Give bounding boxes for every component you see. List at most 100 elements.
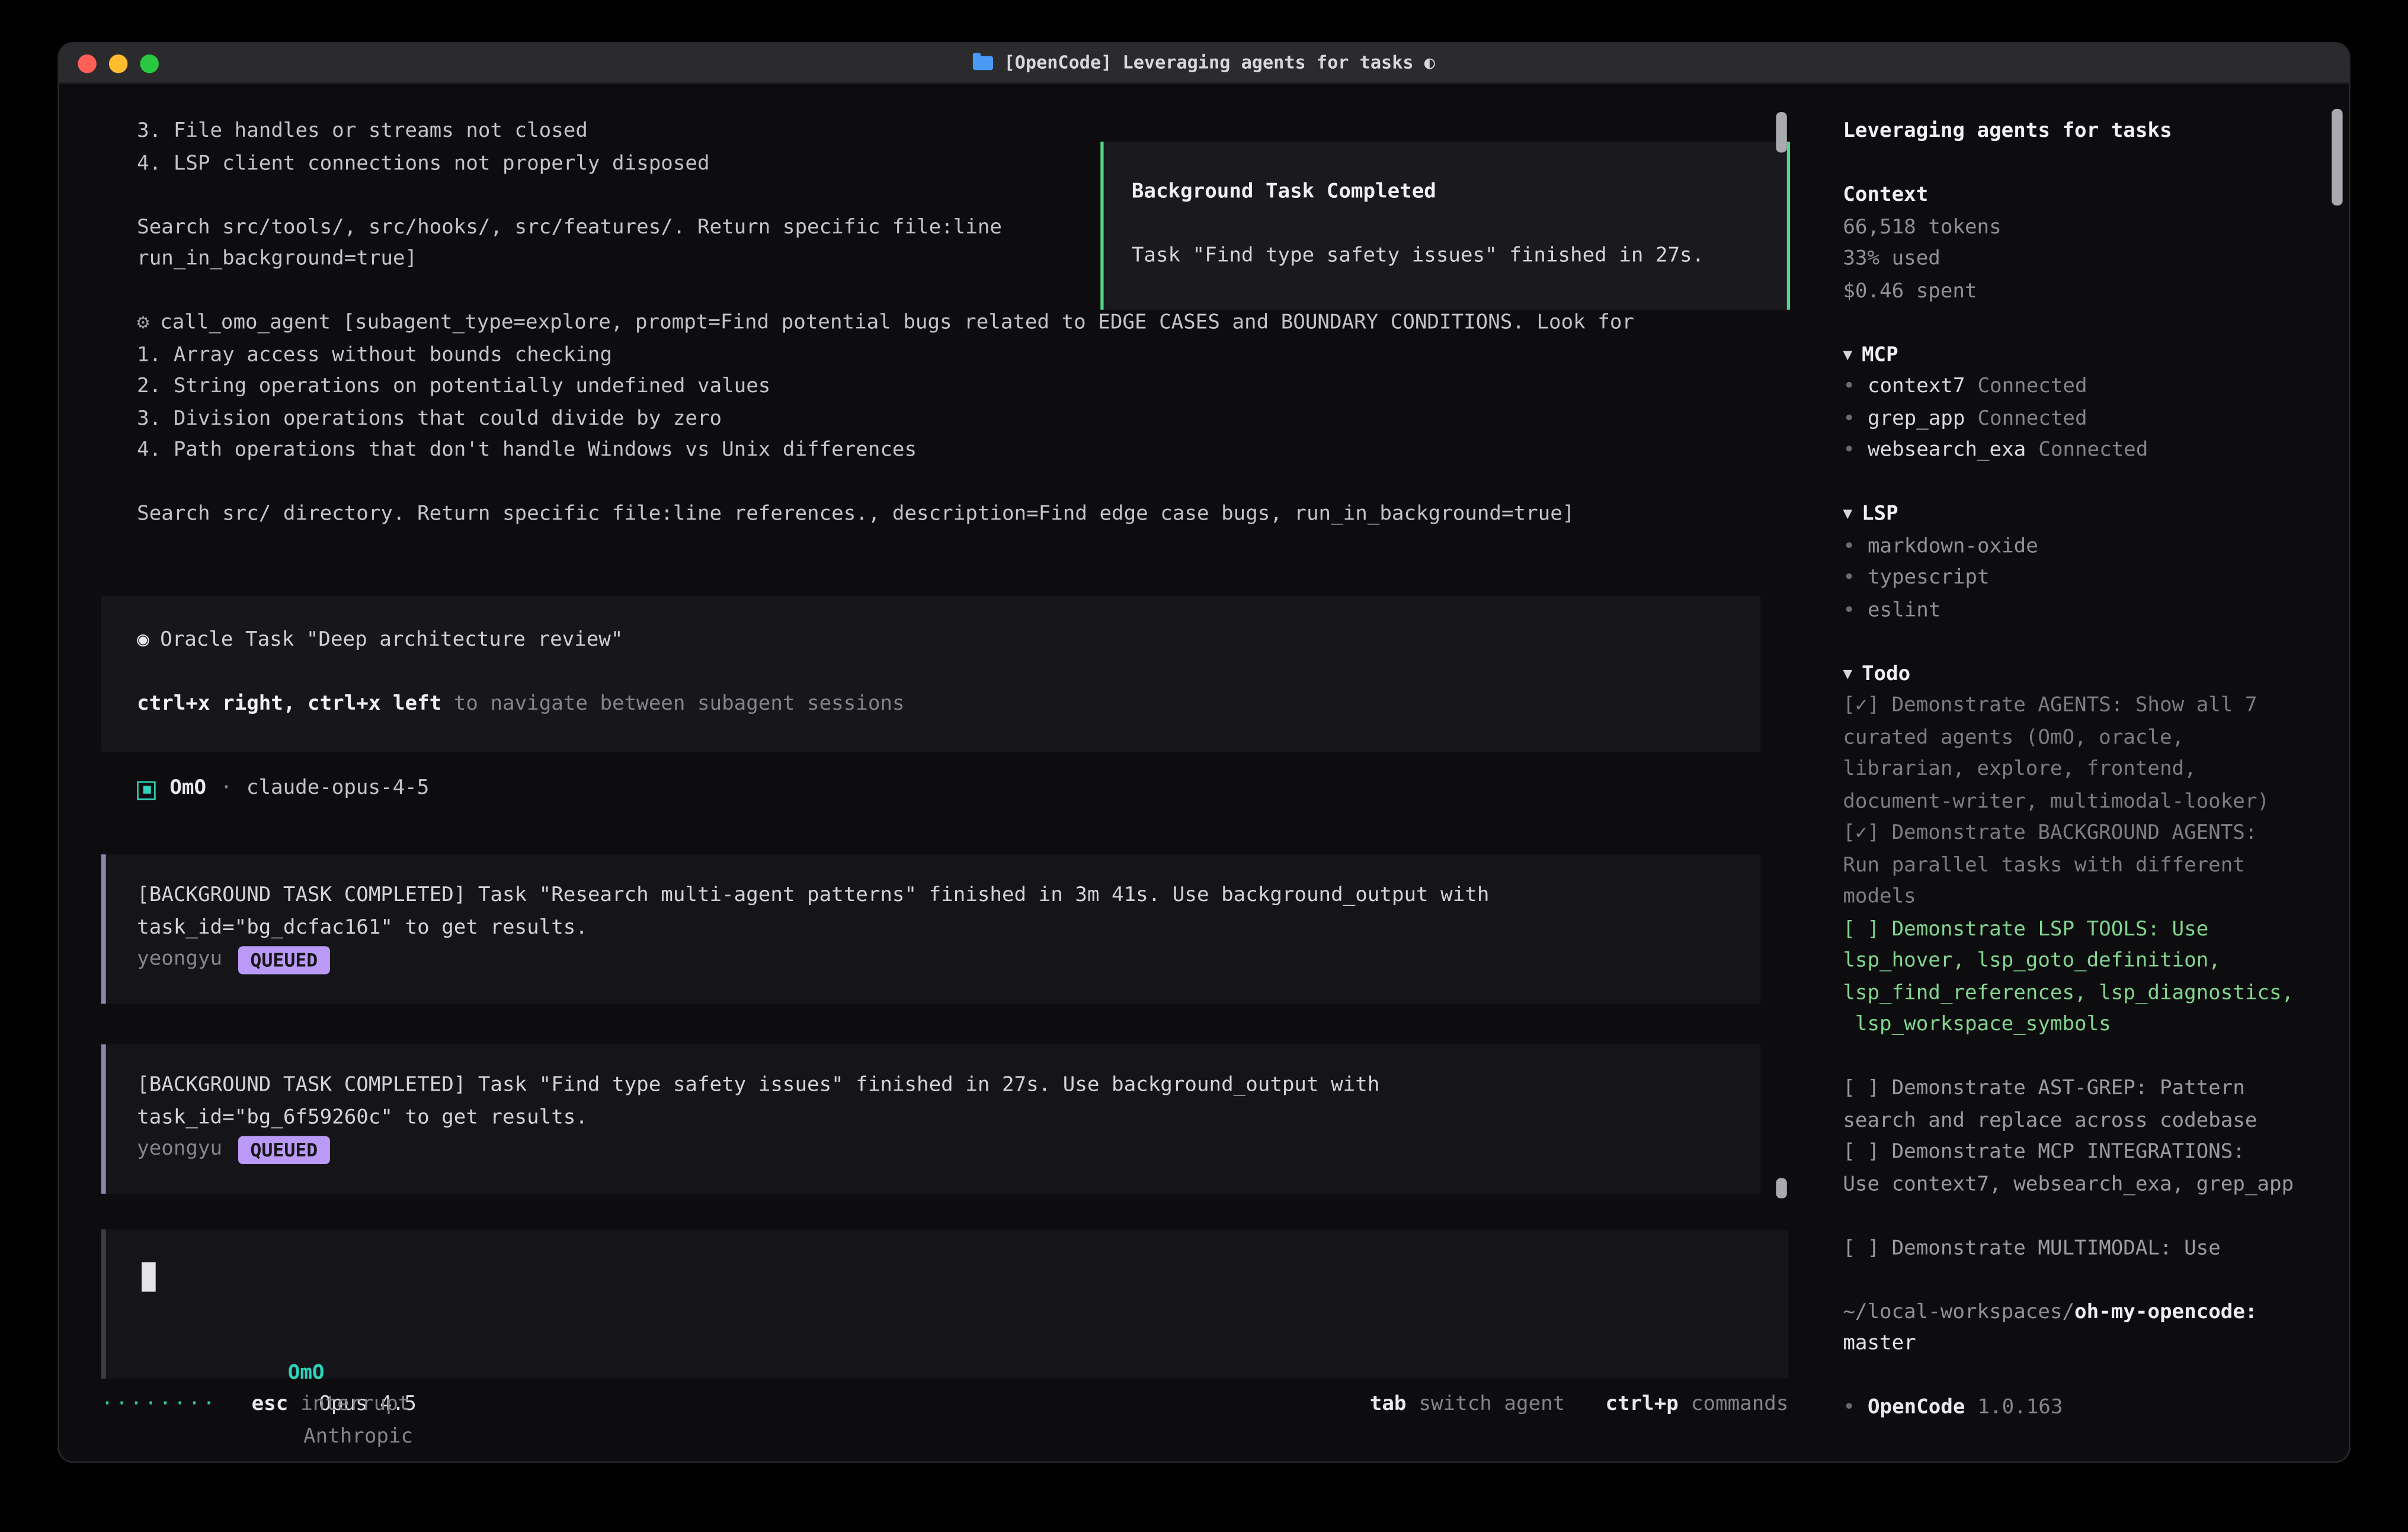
gear-icon: ⚙ <box>137 311 149 334</box>
prompt-input[interactable]: OmO Opus 4.5 Anthropic <box>101 1229 1789 1379</box>
toast-body: Task "Find type safety issues" finished … <box>1132 241 1759 273</box>
record-icon: ◉ <box>137 629 149 652</box>
oracle-hint-keys: ctrl+x right, ctrl+x left <box>137 693 441 716</box>
text-cursor <box>142 1262 156 1291</box>
window-title-text: [OpenCode] Leveraging agents for tasks ◐ <box>1004 47 1435 79</box>
agent-header: OmO · claude-opus-4-5 <box>137 774 429 806</box>
message-meta: yeongyu QUEUED <box>137 1134 1760 1166</box>
commands-label: commands <box>1691 1390 1789 1422</box>
screen: [OpenCode] Leveraging agents for tasks ◐… <box>0 0 2408 1531</box>
chat-pane: 3. File handles or streams not closed 4.… <box>59 85 1812 1461</box>
oracle-task-panel: ◉Oracle Task "Deep architecture review" … <box>101 596 1760 752</box>
queued-badge: QUEUED <box>238 947 330 975</box>
oracle-task-title: ◉ Oracle Task "Deep architecture review" <box>137 626 1760 658</box>
app-version-number: 1.0.163 <box>1977 1396 2063 1419</box>
message-meta: yeongyu QUEUED <box>137 945 1760 977</box>
mcp-name: websearch_exa <box>1868 439 2026 462</box>
todo-item: [✓] Demonstrate BACKGROUND AGENTS: Run p… <box>1843 819 2304 915</box>
status-bar: ········ esc interrupt tab switch agent … <box>101 1390 1789 1422</box>
esc-key-hint: esc <box>252 1390 289 1422</box>
mcp-heading[interactable]: ▼ MCP <box>1843 340 2304 372</box>
tool-call-block: ⚙ call_omo_agent [subagent_type=explore, … <box>137 308 1634 531</box>
workspace-path-bold: oh-my-opencode: <box>2074 1300 2257 1323</box>
mcp-status: Connected <box>2038 439 2148 462</box>
zoom-button[interactable] <box>140 55 159 73</box>
todo-heading[interactable]: ▼ Todo <box>1843 659 2304 691</box>
tool-call-header-text: call_omo_agent [subagent_type=explore, p… <box>160 311 1634 334</box>
context-heading: Context <box>1843 181 2304 213</box>
window-content: 3. File handles or streams not closed 4.… <box>59 85 2349 1461</box>
ctrlp-key-hint: ctrl+p <box>1606 1390 1679 1422</box>
interrupt-label: interrupt <box>300 1390 410 1422</box>
main-scrollbar-thumb-bottom[interactable] <box>1776 1178 1786 1198</box>
app-name: OpenCode <box>1868 1396 1965 1419</box>
agent-icon <box>137 780 156 799</box>
traffic-lights <box>78 55 159 73</box>
message-text: [BACKGROUND TASK COMPLETED] Task "Resear… <box>137 881 1760 945</box>
terminal-log-top: 3. File handles or streams not closed 4.… <box>137 117 1002 276</box>
mcp-heading-text: MCP <box>1862 343 1898 366</box>
message-block: [BACKGROUND TASK COMPLETED] Task "Find t… <box>101 1044 1760 1194</box>
lsp-name: markdown-oxide <box>1868 534 2038 557</box>
terminal-window: [OpenCode] Leveraging agents for tasks ◐… <box>57 42 2351 1463</box>
todo-item: [ ] Demonstrate MULTIMODAL: Use <box>1843 1233 2304 1265</box>
app-version: • OpenCode 1.0.163 <box>1843 1393 2304 1425</box>
author-label: yeongyu <box>137 1134 222 1166</box>
message-text: [BACKGROUND TASK COMPLETED] Task "Find t… <box>137 1071 1760 1134</box>
todo-item: [ ] Demonstrate MCP INTEGRATIONS: Use co… <box>1843 1137 2304 1201</box>
folder-icon <box>973 56 993 70</box>
bullet-icon: • <box>1843 534 1855 557</box>
oracle-task-title-text: Oracle Task "Deep architecture review" <box>160 629 623 652</box>
bullet-icon: • <box>1843 598 1855 621</box>
input-provider-label: Anthropic <box>303 1425 413 1448</box>
oracle-hint: ctrl+x right, ctrl+x left to navigate be… <box>137 690 1760 722</box>
lsp-item-markdown-oxide: • markdown-oxide <box>1843 531 2304 563</box>
chevron-down-icon: ▼ <box>1843 506 1852 523</box>
lsp-name: typescript <box>1868 566 1990 589</box>
bullet-icon: • <box>1843 375 1855 398</box>
queued-badge: QUEUED <box>238 1136 330 1164</box>
workspace-path: ~/local-workspaces/oh-my-opencode: <box>1843 1297 2304 1329</box>
main-scrollbar-thumb-top[interactable] <box>1776 112 1786 152</box>
context-spent: $0.46 spent <box>1843 276 2304 308</box>
todo-item: [ ] Demonstrate LSP TOOLS: Use lsp_hover… <box>1843 914 2304 1041</box>
lsp-name: eslint <box>1868 598 1941 621</box>
tool-call-header: ⚙ call_omo_agent [subagent_type=explore, … <box>137 308 1634 340</box>
status-left: ········ esc interrupt <box>101 1390 411 1422</box>
lsp-item-typescript: •typescript <box>1843 563 2304 595</box>
spinner-dots: ········ <box>101 1390 217 1422</box>
tool-call-body: 1. Array access without bounds checking … <box>137 340 1634 531</box>
toast-title: Background Task Completed <box>1132 177 1759 209</box>
context-tokens: 66,518 tokens <box>1843 213 2304 245</box>
todo-item: [✓] Demonstrate AGENTS: Show all 7 curat… <box>1843 691 2304 818</box>
close-button[interactable] <box>78 55 97 73</box>
oracle-hint-rest: to navigate between subagent sessions <box>441 693 904 716</box>
bullet-icon: • <box>1843 439 1855 462</box>
minimize-button[interactable] <box>109 55 128 73</box>
sidebar-scrollbar-thumb[interactable] <box>2332 109 2342 206</box>
agent-separator: · <box>220 774 233 806</box>
agent-name: OmO <box>169 774 206 806</box>
input-agent-chip: OmO <box>288 1361 325 1384</box>
mcp-name: context7 <box>1868 375 1965 398</box>
window-title: [OpenCode] Leveraging agents for tasks ◐ <box>973 47 1435 79</box>
lsp-heading-text: LSP <box>1862 503 1898 526</box>
chevron-down-icon: ▼ <box>1843 347 1852 364</box>
message-block: [BACKGROUND TASK COMPLETED] Task "Resear… <box>101 854 1760 1004</box>
agent-model: claude-opus-4-5 <box>246 774 429 806</box>
mcp-status: Connected <box>1977 407 2087 430</box>
author-label: yeongyu <box>137 945 222 977</box>
session-title: Leveraging agents for tasks <box>1843 117 2304 149</box>
mcp-status: Connected <box>1977 375 2087 398</box>
context-used: 33% used <box>1843 244 2304 276</box>
session-sidebar: Leveraging agents for tasks Context 66,5… <box>1843 85 2304 1461</box>
mcp-item-context7: • context7 Connected <box>1843 372 2304 404</box>
background-task-toast: Background Task Completed Task "Find typ… <box>1100 142 1790 310</box>
chevron-down-icon: ▼ <box>1843 665 1852 682</box>
bullet-icon: • <box>1843 1396 1855 1419</box>
todo-heading-text: Todo <box>1862 662 1910 685</box>
tab-key-hint: tab <box>1370 1390 1407 1422</box>
status-right: tab switch agent ctrl+p commands <box>1370 1390 1789 1422</box>
lsp-heading[interactable]: ▼ LSP <box>1843 499 2304 531</box>
mcp-item-grep-app: •grep_appConnected <box>1843 404 2304 436</box>
